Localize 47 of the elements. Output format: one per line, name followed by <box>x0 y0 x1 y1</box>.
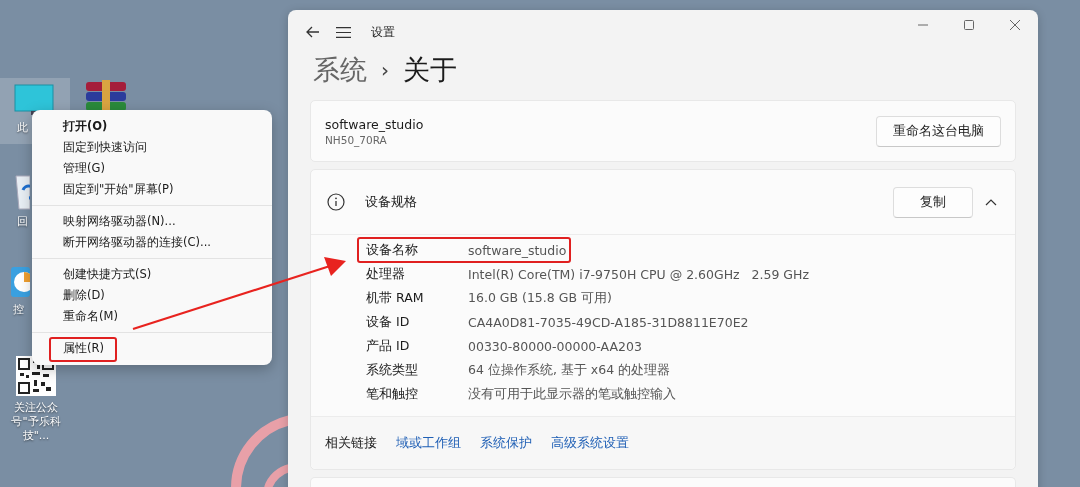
menu-item[interactable]: 断开网络驱动器的连接(C)... <box>32 232 272 253</box>
spec-value: software_studio <box>468 242 567 258</box>
archive-books-icon <box>84 80 128 112</box>
device-model: NH50_70RA <box>325 133 388 146</box>
menu-item[interactable]: 打开(O) <box>32 116 272 137</box>
copy-button[interactable]: 复制 <box>893 186 973 218</box>
related-links-label: 相关链接 <box>325 434 377 452</box>
spec-value: 没有可用于此显示器的笔或触控输入 <box>468 385 676 403</box>
spec-label: 笔和触控 <box>366 385 419 403</box>
info-icon <box>327 193 345 211</box>
spec-label: 设备名称 <box>366 241 419 259</box>
spec-value: Intel(R) Core(TM) i7-9750H CPU @ 2.60GHz 2.59 GHz <box>468 266 809 282</box>
menu-item[interactable]: 删除(D) <box>32 285 272 306</box>
related-link[interactable]: 高级系统设置 <box>551 434 629 452</box>
spec-label: 系统类型 <box>366 361 419 379</box>
device-name: software_studio <box>325 116 424 132</box>
back-arrow-icon <box>306 26 320 38</box>
spec-label: 机带 RAM <box>366 289 425 307</box>
close-icon <box>1010 20 1020 30</box>
menu-item[interactable]: 属性(R) <box>32 338 272 359</box>
menu-item[interactable]: 固定到快速访问 <box>32 137 272 158</box>
spec-value: CA4A0D81-7035-49CD-A185-31D8811E70E2 <box>468 314 749 330</box>
breadcrumb-link[interactable]: 系统 <box>313 52 367 88</box>
breadcrumb-separator: › <box>381 58 389 82</box>
window-title: 设置 <box>371 24 395 40</box>
section-title: 设备规格 <box>365 193 417 211</box>
menu-item[interactable]: 创建快捷方式(S) <box>32 264 272 285</box>
spec-value: 00330-80000-00000-AA203 <box>468 338 642 354</box>
maximize-icon <box>964 20 974 30</box>
monitor-icon <box>14 84 54 116</box>
chevron-icon <box>985 198 997 206</box>
menu-item[interactable]: 映射网络驱动器(N)... <box>32 211 272 232</box>
menu-item[interactable]: 固定到"开始"屏幕(P) <box>32 179 272 200</box>
spec-label: 产品 ID <box>366 337 411 355</box>
related-link[interactable]: 系统保护 <box>480 434 532 452</box>
spec-label: 处理器 <box>366 265 406 283</box>
menu-item[interactable]: 重命名(M) <box>32 306 272 327</box>
menu-icon <box>336 26 351 38</box>
spec-value: 64 位操作系统, 基于 x64 的处理器 <box>468 361 671 379</box>
page-title: 关于 <box>403 53 457 87</box>
wallpaper-arc-drawing <box>231 415 290 487</box>
menu-item[interactable]: 管理(G) <box>32 158 272 179</box>
rename-button[interactable]: 重命名这台电脑 <box>876 115 1001 147</box>
related-link[interactable]: 域或工作组 <box>396 434 461 452</box>
spec-value: 16.0 GB (15.8 GB 可用) <box>468 289 612 307</box>
control-panel-icon <box>10 266 30 298</box>
spec-label: 设备 ID <box>366 313 411 331</box>
